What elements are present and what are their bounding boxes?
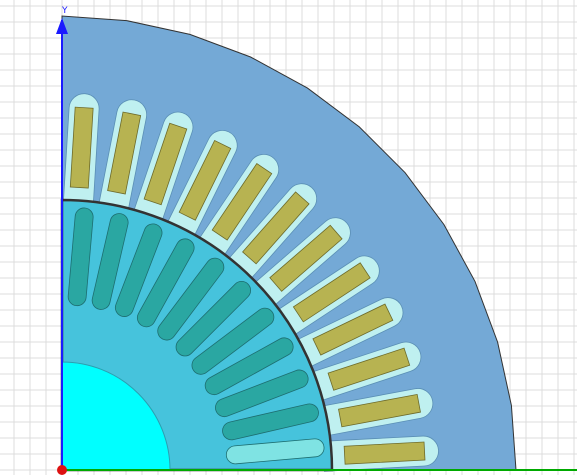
stator-slot — [322, 435, 439, 472]
y-axis-label: Y — [61, 6, 68, 16]
motor-cross-section-diagram: Y — [0, 0, 577, 475]
winding-coil — [343, 441, 426, 465]
cad-viewport[interactable]: Y — [0, 0, 577, 475]
origin-marker — [57, 465, 67, 475]
